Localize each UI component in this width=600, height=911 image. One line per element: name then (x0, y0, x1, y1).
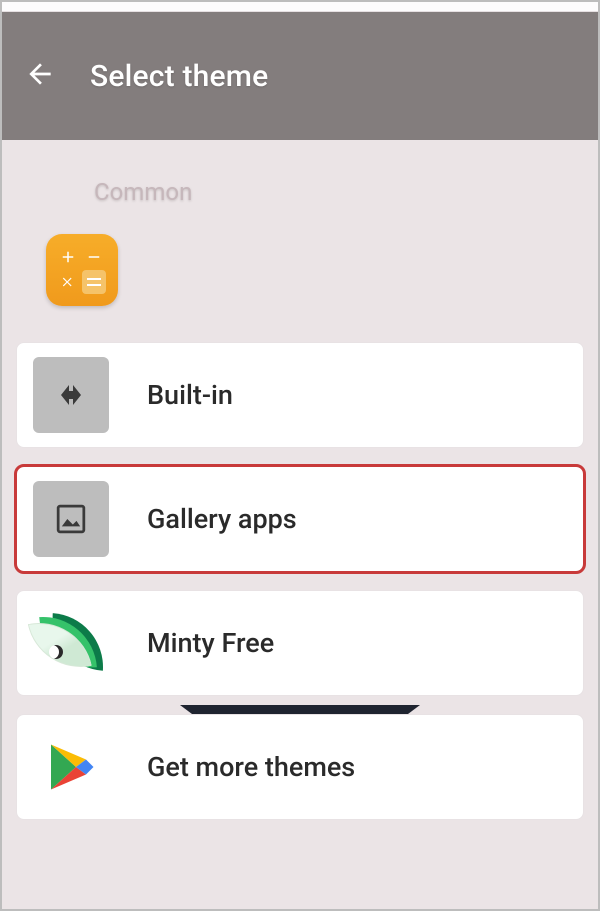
theme-option-label: Minty Free (147, 627, 274, 659)
minty-icon (33, 605, 109, 681)
preview-icon-row (0, 216, 600, 306)
theme-option-more[interactable]: Get more themes (16, 714, 584, 820)
appbar: Select theme (0, 12, 600, 140)
theme-option-gallery[interactable]: Gallery apps (16, 466, 584, 572)
section-label: Common (0, 140, 600, 216)
statusbar (0, 0, 600, 12)
builtin-icon (33, 357, 109, 433)
theme-option-builtin[interactable]: Built-in (16, 342, 584, 448)
theme-option-label: Gallery apps (147, 503, 297, 535)
page-title: Select theme (90, 59, 268, 94)
back-icon[interactable] (24, 58, 56, 94)
theme-option-label: Built-in (147, 379, 233, 411)
calculator-icon[interactable] (46, 234, 118, 306)
gallery-icon (33, 481, 109, 557)
theme-option-minty[interactable]: Minty Free (16, 590, 584, 696)
theme-option-label: Get more themes (147, 751, 355, 783)
play-store-icon (33, 729, 109, 805)
theme-list: Built-in Gallery apps Minty Free (0, 306, 600, 820)
